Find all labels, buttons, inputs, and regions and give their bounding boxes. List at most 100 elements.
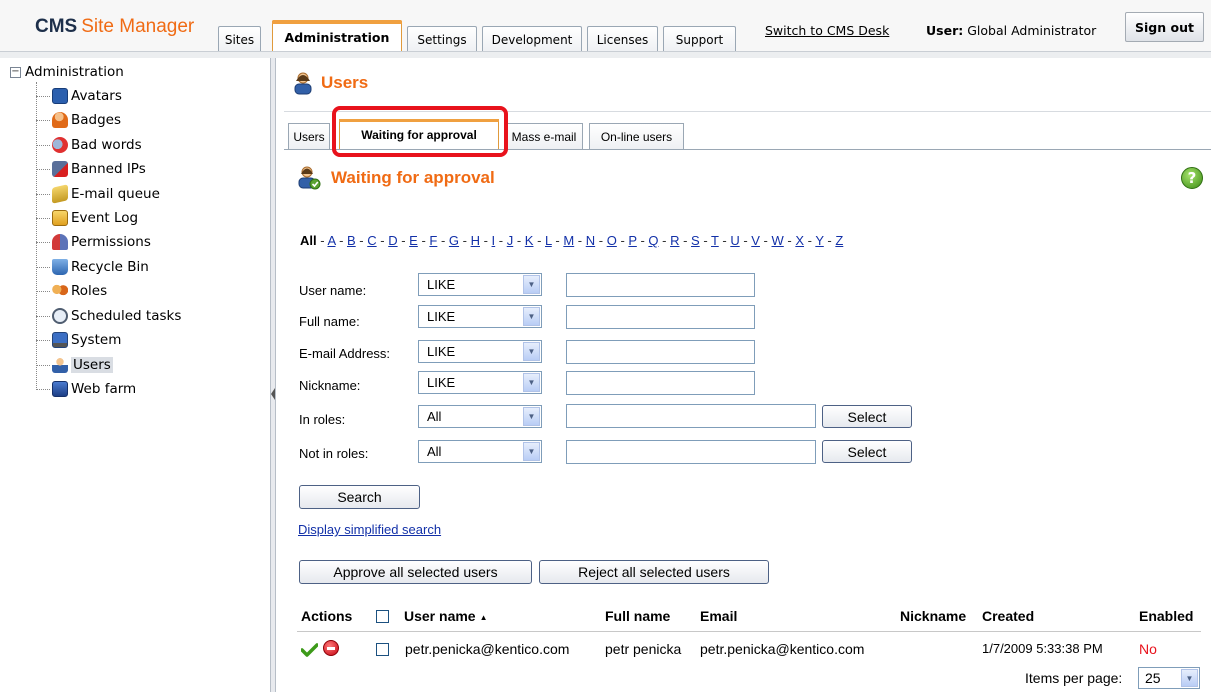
alpha-letter-p[interactable]: P — [628, 233, 636, 248]
user-name-operator-select[interactable]: LIKE ▼ — [418, 273, 542, 296]
chevron-down-icon: ▼ — [523, 342, 540, 361]
col-email-header[interactable]: Email — [700, 608, 737, 624]
tab-administration[interactable]: Administration — [272, 20, 402, 53]
tab-support[interactable]: Support — [663, 26, 736, 52]
in-roles-input[interactable] — [566, 404, 816, 428]
alpha-letter-z[interactable]: Z — [835, 233, 843, 248]
panel-splitter[interactable] — [270, 58, 276, 692]
row-user-name: petr.penicka@kentico.com — [405, 641, 570, 657]
alpha-letter-o[interactable]: O — [607, 233, 617, 248]
tree-item-roles[interactable]: Roles — [36, 281, 107, 301]
alpha-letter-y[interactable]: Y — [815, 233, 823, 248]
sign-out-button[interactable]: Sign out — [1125, 12, 1204, 42]
display-simplified-search-link[interactable]: Display simplified search — [298, 522, 441, 537]
tab-settings[interactable]: Settings — [407, 26, 477, 52]
alpha-separator: - — [376, 233, 389, 248]
alpha-letter-u[interactable]: U — [730, 233, 739, 248]
approve-check-icon[interactable] — [301, 643, 318, 657]
tree-root-administration[interactable]: − Administration — [10, 64, 124, 80]
alpha-letter-b[interactable]: B — [347, 233, 356, 248]
tree-item-avatars[interactable]: Avatars — [36, 86, 122, 106]
tree-item-recycle-bin[interactable]: Recycle Bin — [36, 257, 149, 277]
alpha-letter-w[interactable]: W — [772, 233, 784, 248]
tree-item-permissions[interactable]: Permissions — [36, 232, 151, 252]
alpha-separator: - — [417, 233, 430, 248]
in-roles-select-button[interactable]: Select — [822, 405, 912, 428]
tree-item-banned-ips[interactable]: Banned IPs — [36, 159, 146, 179]
tab-licenses[interactable]: Licenses — [587, 26, 658, 52]
tree-item-event-log[interactable]: Event Log — [36, 208, 138, 228]
alpha-separator: - — [616, 233, 629, 248]
collapse-arrow-icon[interactable] — [271, 388, 275, 400]
tree-item-scheduled-tasks[interactable]: Scheduled tasks — [36, 306, 181, 326]
alpha-letter-n[interactable]: N — [586, 233, 595, 248]
subtab-users[interactable]: Users — [288, 123, 330, 149]
alpha-separator: - — [699, 233, 712, 248]
subtab-online-users[interactable]: On-line users — [589, 123, 684, 149]
search-button[interactable]: Search — [299, 485, 420, 509]
col-user-name-header[interactable]: User name ▲ — [404, 608, 488, 624]
not-in-roles-operator-select[interactable]: All ▼ — [418, 440, 542, 463]
alpha-letter-m[interactable]: M — [563, 233, 574, 248]
col-enabled-header[interactable]: Enabled — [1139, 608, 1193, 624]
alphabet-filter: All - A - B - C - D - E - F - G - H - I … — [300, 233, 843, 248]
tab-development[interactable]: Development — [482, 26, 582, 52]
approve-all-selected-button[interactable]: Approve all selected users — [299, 560, 532, 584]
help-icon[interactable]: ? — [1181, 167, 1203, 189]
alpha-letter-c[interactable]: C — [367, 233, 376, 248]
row-email: petr.penicka@kentico.com — [700, 641, 865, 657]
in-roles-operator-select[interactable]: All ▼ — [418, 405, 542, 428]
page-title: Users — [293, 71, 368, 95]
tree-item-bad-words[interactable]: Bad words — [36, 135, 142, 155]
alpha-letter-v[interactable]: V — [751, 233, 760, 248]
tree-item-badges[interactable]: Badges — [36, 110, 121, 130]
nickname-operator-select[interactable]: LIKE ▼ — [418, 371, 542, 394]
tree-item-users[interactable]: Users — [36, 355, 113, 375]
alpha-letter-l[interactable]: L — [545, 233, 552, 248]
tree-item-email-queue[interactable]: E-mail queue — [36, 184, 160, 204]
row-created: 1/7/2009 5:33:38 PM — [982, 641, 1103, 656]
tab-sites[interactable]: Sites — [218, 26, 261, 52]
alpha-separator: - — [355, 233, 368, 248]
col-nickname-header[interactable]: Nickname — [900, 608, 966, 624]
row-enabled: No — [1139, 641, 1157, 657]
alpha-letter-s[interactable]: S — [691, 233, 700, 248]
alpha-all[interactable]: All — [300, 233, 317, 248]
full-name-input[interactable] — [566, 305, 755, 329]
web-farm-icon — [52, 381, 68, 397]
alpha-letter-q[interactable]: Q — [648, 233, 658, 248]
full-name-operator-select[interactable]: LIKE ▼ — [418, 305, 542, 328]
col-full-name-header[interactable]: Full name — [605, 608, 670, 624]
not-in-roles-select-button[interactable]: Select — [822, 440, 912, 463]
row-select-checkbox[interactable] — [376, 643, 389, 656]
switch-to-cms-desk-link[interactable]: Switch to CMS Desk — [765, 23, 889, 38]
alpha-letter-h[interactable]: H — [471, 233, 480, 248]
col-created-header[interactable]: Created — [982, 608, 1034, 624]
alpha-letter-g[interactable]: G — [449, 233, 459, 248]
tree-item-system[interactable]: System — [36, 330, 121, 350]
collapse-icon[interactable]: − — [10, 66, 21, 78]
reject-icon[interactable] — [323, 640, 339, 656]
alpha-separator: - — [495, 233, 507, 248]
reject-all-selected-button[interactable]: Reject all selected users — [539, 560, 769, 584]
users-icon — [52, 357, 68, 373]
select-all-checkbox[interactable] — [376, 610, 389, 623]
user-name-label: User name: — [299, 283, 367, 298]
email-queue-icon — [52, 184, 68, 204]
items-per-page-select[interactable]: 25 ▼ — [1138, 667, 1200, 689]
chevron-down-icon: ▼ — [523, 373, 540, 392]
alpha-letter-e[interactable]: E — [409, 233, 418, 248]
alpha-letter-x[interactable]: X — [795, 233, 804, 248]
user-name-input[interactable] — [566, 273, 755, 297]
email-operator-select[interactable]: LIKE ▼ — [418, 340, 542, 363]
tree-item-web-farm[interactable]: Web farm — [36, 379, 136, 399]
alpha-letter-t[interactable]: T — [711, 233, 719, 248]
nickname-input[interactable] — [566, 371, 755, 395]
email-input[interactable] — [566, 340, 755, 364]
subtab-mass-email[interactable]: Mass e-mail — [505, 123, 583, 149]
alpha-letter-d[interactable]: D — [388, 233, 397, 248]
alpha-separator: - — [459, 233, 471, 248]
chevron-down-icon: ▼ — [1181, 669, 1198, 687]
in-roles-label: In roles: — [299, 412, 346, 427]
not-in-roles-input[interactable] — [566, 440, 816, 464]
